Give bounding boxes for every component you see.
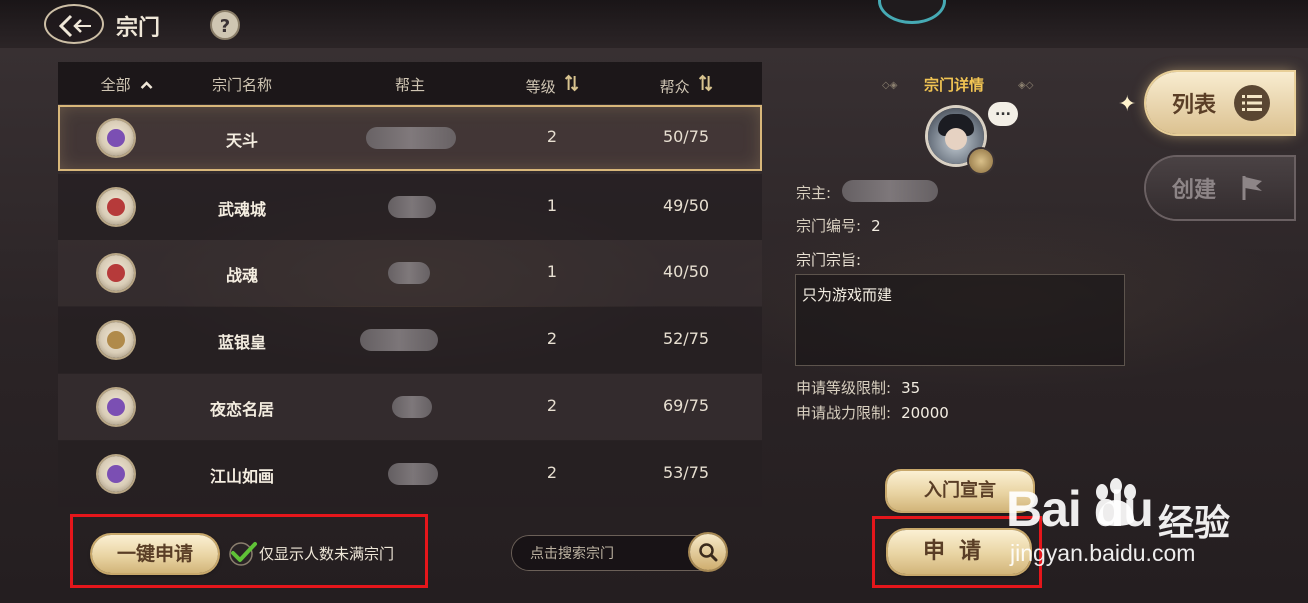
column-members-label: 帮众 — [659, 78, 690, 96]
sect-members: 52/75 — [662, 329, 710, 348]
highlight-box-left — [70, 514, 428, 588]
sect-name: 江山如画 — [209, 467, 275, 486]
back-button[interactable] — [44, 4, 104, 44]
sect-name: 天斗 — [225, 131, 259, 150]
sect-members: 69/75 — [662, 396, 710, 415]
search-icon — [699, 543, 718, 562]
power-limit-value: 20000 — [901, 404, 949, 422]
sect-name: 蓝银皇 — [217, 333, 267, 352]
leader-name-redacted — [366, 127, 456, 149]
table-row[interactable]: 江山如画 2 53/75 — [58, 441, 762, 507]
motto-text: 只为游戏而建 — [802, 286, 893, 304]
leader-name-redacted — [842, 180, 938, 202]
motto-label: 宗门宗旨: — [796, 251, 862, 269]
sort-icon — [698, 74, 713, 92]
sect-level: 2 — [546, 329, 558, 348]
watermark-url: jingyan.baidu.com — [1010, 540, 1196, 566]
sect-id-label: 宗门编号: — [796, 217, 862, 235]
help-button[interactable]: ? — [210, 10, 240, 40]
sect-level: 1 — [546, 262, 558, 281]
page-title: 宗门 — [116, 16, 161, 41]
rank-badge-icon — [969, 149, 993, 173]
column-all[interactable]: 全部 — [101, 74, 154, 95]
table-row[interactable]: 夜恋名居 2 69/75 — [58, 374, 762, 440]
sect-emblem-icon — [98, 120, 134, 156]
motto-box: 只为游戏而建 — [796, 275, 1124, 365]
sect-members: 40/50 — [662, 262, 710, 281]
sect-level: 2 — [546, 127, 558, 146]
sect-id-value: 2 — [871, 217, 881, 235]
detail-title: 宗门详情 — [924, 76, 985, 94]
search-box — [512, 534, 726, 570]
sect-id-row: 宗门编号: 2 — [796, 215, 881, 236]
table-row[interactable]: 蓝银皇 2 52/75 — [58, 307, 762, 373]
table-row[interactable]: 天斗 2 50/75 — [58, 105, 762, 171]
leader-name-redacted — [388, 463, 438, 485]
search-button[interactable] — [690, 534, 726, 570]
back-arrow-icon — [58, 14, 91, 38]
baidu-paw-icon — [1096, 478, 1136, 526]
title-ornament-right: ◈◇ — [1018, 80, 1034, 91]
leader-name-redacted — [360, 329, 438, 351]
list-icon — [1234, 85, 1270, 121]
tab-create[interactable]: 创建 — [1146, 157, 1294, 219]
sect-level: 2 — [546, 396, 558, 415]
power-limit-row: 申请战力限制: 20000 — [796, 402, 949, 423]
sect-level: 1 — [546, 196, 558, 215]
sect-emblem-icon — [98, 456, 134, 492]
sect-name: 夜恋名居 — [209, 400, 275, 419]
leader-label: 宗主: — [796, 184, 832, 202]
column-all-label: 全部 — [100, 76, 131, 94]
sect-members: 50/75 — [662, 127, 710, 146]
avatar-face — [945, 128, 967, 150]
sect-emblem-icon — [98, 255, 134, 291]
sect-members: 53/75 — [662, 463, 710, 482]
chat-icon[interactable]: ... — [988, 102, 1018, 126]
column-leader: 帮主 — [394, 76, 426, 94]
column-members[interactable]: 帮众 — [660, 74, 713, 97]
title-ornament-left: ◇◈ — [882, 80, 898, 91]
tab-list-label: 列表 — [1172, 93, 1217, 118]
column-level[interactable]: 等级 — [526, 74, 579, 97]
column-name: 宗门名称 — [211, 76, 273, 94]
flag-icon — [1242, 176, 1262, 200]
table-row[interactable]: 武魂城 1 49/50 — [58, 174, 762, 240]
level-limit-label: 申请等级限制: — [796, 379, 892, 397]
sect-emblem-icon — [98, 322, 134, 358]
sect-emblem-icon — [98, 189, 134, 225]
sect-name: 武魂城 — [217, 200, 267, 219]
column-level-label: 等级 — [525, 78, 556, 96]
power-limit-label: 申请战力限制: — [796, 404, 892, 422]
watermark-cn: 经验 — [1158, 502, 1231, 543]
search-input[interactable] — [528, 543, 692, 565]
table-header: 全部 宗门名称 帮主 等级 帮众 — [58, 62, 762, 104]
table-row[interactable]: 战魂 1 40/50 — [58, 240, 762, 306]
leader-name-redacted — [388, 262, 430, 284]
sect-members: 49/50 — [662, 196, 710, 215]
leader-row: 宗主: — [796, 182, 831, 203]
leader-name-redacted — [388, 196, 436, 218]
tab-create-label: 创建 — [1172, 178, 1217, 203]
tab-list[interactable]: 列表 — [1146, 72, 1294, 134]
sparkle-icon: ✦ — [1118, 92, 1137, 117]
sect-emblem-icon — [98, 389, 134, 425]
sect-table: 全部 宗门名称 帮主 等级 帮众 天斗 2 50/75 武魂城 1 49/50 … — [58, 62, 762, 508]
sect-level: 2 — [546, 463, 558, 482]
level-limit-value: 35 — [901, 379, 921, 397]
sect-name: 战魂 — [225, 266, 259, 285]
leader-name-redacted — [392, 396, 432, 418]
top-bar — [0, 0, 1308, 48]
level-limit-row: 申请等级限制: 35 — [796, 377, 920, 398]
sort-icon — [564, 74, 579, 92]
chevron-up-icon — [140, 81, 153, 89]
